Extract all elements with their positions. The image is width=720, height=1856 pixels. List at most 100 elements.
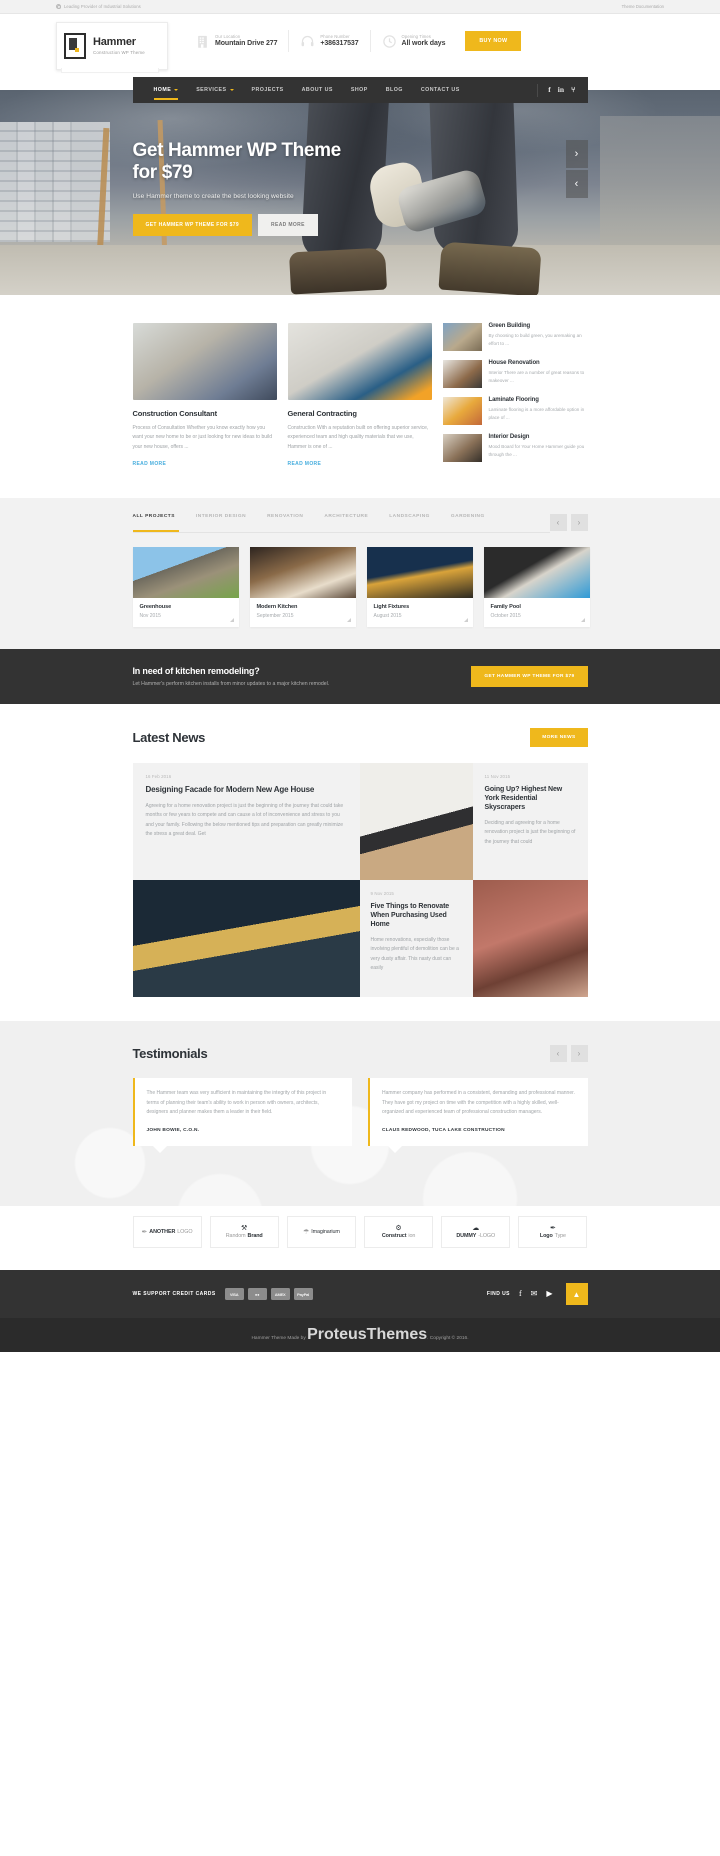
brand-bold: Logo xyxy=(539,1233,553,1239)
nav-item-home[interactable]: HOME xyxy=(145,77,188,103)
service-list-item[interactable]: Interior Design Mood Board for Your Home… xyxy=(442,434,588,462)
nav-item-shop[interactable]: SHOP xyxy=(342,77,377,103)
testimonial-quote: Hammer company has performed in a consis… xyxy=(382,1089,575,1116)
news-callout-beak xyxy=(146,878,159,880)
nav-label: HOME xyxy=(153,87,172,93)
projects-grid: Greenhouse Nov 2015 Modern Kitchen Septe… xyxy=(132,546,590,627)
nav-item-about-us[interactable]: ABOUT US xyxy=(293,77,342,103)
project-card[interactable]: Modern Kitchen September 2015 xyxy=(249,546,356,627)
testimonials-next-button[interactable]: › xyxy=(570,1044,588,1062)
project-name: Family Pool xyxy=(490,603,521,610)
news-image-brownstone xyxy=(472,879,588,997)
nav-item-blog[interactable]: BLOG xyxy=(377,77,412,103)
service-text: Process of Consultation Whether you know… xyxy=(132,425,273,450)
news-heading: Designing Facade for Modern New Age Hous… xyxy=(145,784,315,794)
twitter-icon[interactable]: ✉ xyxy=(531,1290,538,1298)
hero-title: Get Hammer WP Theme for $79 xyxy=(133,140,588,184)
brand-name: Hammer xyxy=(93,36,136,48)
brand-bold: ANOTHER xyxy=(149,1229,176,1235)
service-thumbnail xyxy=(442,434,482,462)
projects-section: ALL PROJECTS INTERIOR DESIGN RENOVATION … xyxy=(0,497,720,649)
brand-logo-another-logo[interactable]: ✒ ANOTHER LOGO xyxy=(132,1216,202,1248)
service-list-item[interactable]: House Renovation Interior There are a nu… xyxy=(442,360,588,388)
nav-item-projects[interactable]: PROJECTS xyxy=(243,77,293,103)
hero-subtitle: Use Hammer theme to create the best look… xyxy=(132,193,294,201)
filter-interior-design[interactable]: INTERIOR DESIGN xyxy=(196,514,257,519)
project-card[interactable]: Greenhouse Nov 2015 xyxy=(132,546,239,627)
project-name: Modern Kitchen xyxy=(256,603,298,610)
copyright-pre: Hammer Theme Made by xyxy=(251,1336,308,1341)
service-card-construction-consultant[interactable]: Construction Consultant Process of Consu… xyxy=(132,323,277,470)
site-header: Hammer Construction WP Theme Our Locatio… xyxy=(0,14,720,77)
service-list-title: Laminate Flooring xyxy=(488,397,539,403)
brand-light: Imaginarium xyxy=(311,1229,340,1235)
facebook-icon[interactable]: f xyxy=(548,86,551,94)
hero-title-line-2: for $79 xyxy=(132,162,193,184)
resize-corner-icon xyxy=(580,617,585,622)
brand-light: ion xyxy=(408,1233,416,1239)
copyright-bar: Hammer Theme Made by ProteusThemes. Copy… xyxy=(0,1318,720,1352)
youtube-icon[interactable]: ▶ xyxy=(546,1290,552,1298)
service-list-text: Interior There are a number of great rea… xyxy=(488,370,585,383)
news-card-renovate[interactable]: 9 Nov 2015 Five Things to Renovate When … xyxy=(359,879,473,997)
theme-documentation-link[interactable]: Theme Documentation xyxy=(622,4,664,9)
project-date: August 2015 xyxy=(373,612,402,619)
filter-all-projects[interactable]: ALL PROJECTS xyxy=(133,514,186,519)
hero-read-more-button[interactable]: READ MORE xyxy=(258,214,318,237)
hero-primary-button[interactable]: GET HAMMER WP THEME FOR $79 xyxy=(132,214,253,237)
news-card-skyscrapers[interactable]: 11 Nov 2015 Going Up? Highest New York R… xyxy=(472,762,588,880)
service-card-general-contracting[interactable]: General Contracting Construction With a … xyxy=(287,323,432,470)
nav-item-services[interactable]: SERVICES xyxy=(187,77,242,103)
news-heading: Going Up? Highest New York Residential S… xyxy=(484,785,563,811)
service-read-more-link[interactable]: READ MORE xyxy=(288,461,322,467)
filter-gardening[interactable]: GARDENING xyxy=(451,514,496,519)
project-filters: ALL PROJECTS INTERIOR DESIGN RENOVATION … xyxy=(133,514,550,528)
logo[interactable]: Hammer Construction WP Theme xyxy=(56,22,168,73)
projects-prev-button[interactable]: ‹ xyxy=(549,513,567,531)
latest-news-section: Latest News MORE NEWS 16 Feb 2016 Design… xyxy=(0,703,720,1021)
service-list-title: Interior Design xyxy=(488,434,530,440)
share-icon[interactable]: ⑂ xyxy=(571,86,576,94)
project-card[interactable]: Light Fixtures August 2015 xyxy=(366,546,473,627)
brand-logo-logotype[interactable]: ✒ Logo Type xyxy=(518,1216,588,1248)
visa-icon: VISA xyxy=(224,1288,244,1300)
brand-light: LOGO xyxy=(177,1229,193,1235)
brand-subtitle: Construction WP Theme xyxy=(93,50,145,55)
project-image xyxy=(132,546,239,598)
news-date: 9 Nov 2015 xyxy=(370,890,394,896)
project-card[interactable]: Family Pool October 2015 xyxy=(483,546,590,627)
service-list-item[interactable]: Green Building By choosing to build gree… xyxy=(442,323,588,351)
facebook-icon[interactable]: f xyxy=(519,1290,522,1298)
projects-next-button[interactable]: › xyxy=(570,513,588,531)
copyright-brand[interactable]: ProteusThemes xyxy=(307,1326,427,1343)
more-news-button[interactable]: MORE NEWS xyxy=(530,727,588,747)
buy-now-button[interactable]: BUY NOW xyxy=(465,31,522,51)
brand-logo-dummy-logo[interactable]: ☁ DUMMY -LOGO xyxy=(441,1216,511,1248)
brand-logos-row: ✒ ANOTHER LOGO ⚒ Random Brand ☂ Imaginarium… xyxy=(132,1216,588,1248)
service-read-more-link[interactable]: READ MORE xyxy=(133,461,167,467)
brand-logo-construction[interactable]: ⚙ Construct ion xyxy=(364,1216,434,1248)
nav-item-contact-us[interactable]: CONTACT US xyxy=(412,77,469,103)
news-card-featured[interactable]: 16 Feb 2016 Designing Facade for Modern … xyxy=(132,762,360,880)
top-bar: Leading Provider of Industrial Solutions… xyxy=(0,0,720,14)
service-title: Construction Consultant xyxy=(132,409,218,418)
testimonials-prev-button[interactable]: ‹ xyxy=(549,1044,567,1062)
news-date: 16 Feb 2016 xyxy=(145,773,172,779)
service-list-item[interactable]: Laminate Flooring Laminate flooring is a… xyxy=(442,397,588,425)
header-info-group: Our Location Mountain Drive 277 Phone Nu… xyxy=(184,30,522,52)
hero-prev-arrow[interactable]: ‹ xyxy=(565,170,588,198)
brand-bold: Construct xyxy=(381,1233,407,1239)
cta-button[interactable]: GET HAMMER WP THEME FOR $79 xyxy=(471,665,588,687)
filter-architecture[interactable]: ARCHITECTURE xyxy=(324,514,379,519)
news-excerpt: Home renovations, especially those invol… xyxy=(370,937,459,971)
back-to-top-button[interactable]: ▲ xyxy=(565,1283,588,1305)
info-phone-value: +386317537 xyxy=(320,39,359,47)
hero-next-arrow[interactable]: › xyxy=(565,140,588,168)
linkedin-icon[interactable]: in xyxy=(558,86,564,94)
cloud-icon: ☁ xyxy=(472,1225,480,1232)
brand-logo-imaginarium[interactable]: ☂ Imaginarium xyxy=(286,1216,356,1248)
filter-renovation[interactable]: RENOVATION xyxy=(267,514,314,519)
brand-logo-random-brand[interactable]: ⚒ Random Brand xyxy=(209,1216,279,1248)
filter-landscaping[interactable]: LANDSCAPING xyxy=(389,514,441,519)
testimonials-carousel-nav: ‹ › xyxy=(549,1044,588,1062)
